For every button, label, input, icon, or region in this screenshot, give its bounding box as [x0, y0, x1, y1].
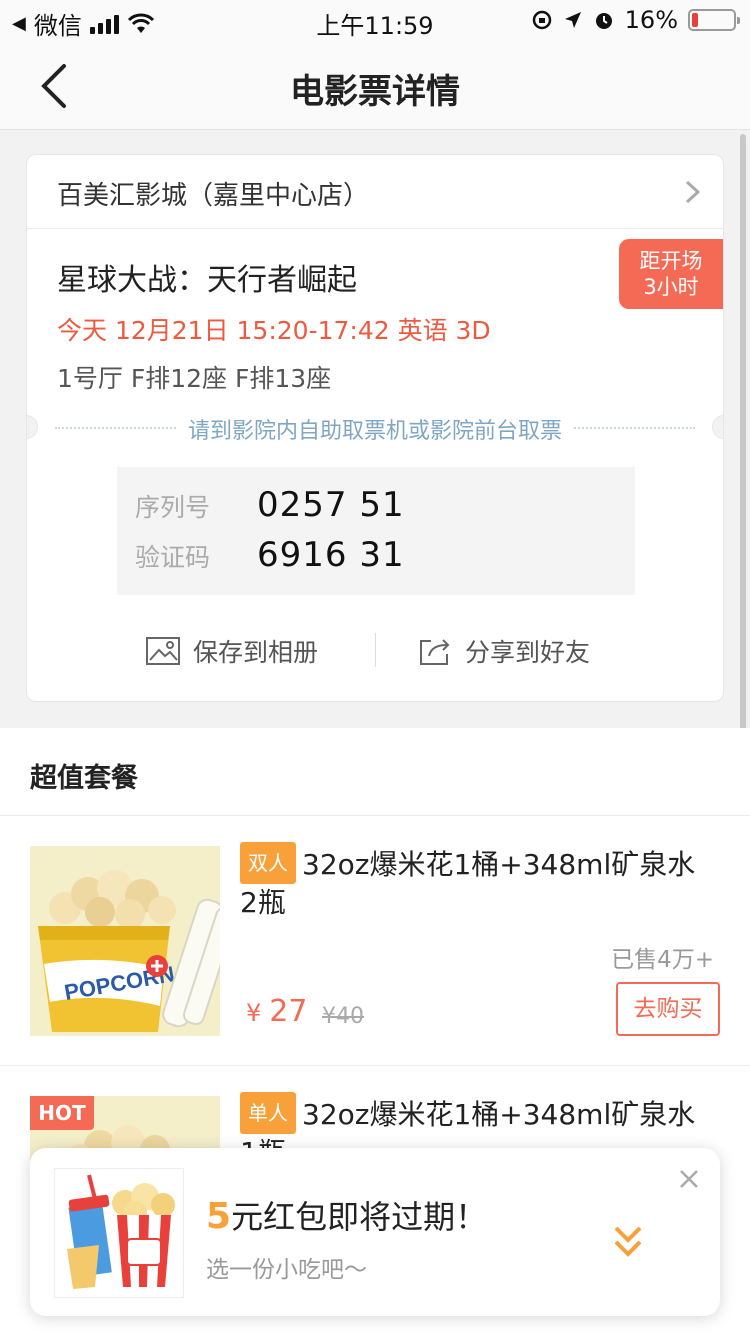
countdown-line1: 距开场 [639, 249, 703, 273]
serial-value: 0257 51 [257, 485, 405, 525]
popup-headline: 5元红包即将过期！ [206, 1192, 487, 1238]
combo-thumbnail[interactable]: POPCORN [30, 846, 220, 1036]
popup-headline-text: 元红包即将过期！ [231, 1198, 488, 1236]
ticket-card: 百美汇影城（嘉里中心店） 距开场 3小时 星球大战：天行者崛起 今天 12月21… [26, 154, 724, 702]
snack-combo-icon [67, 1174, 175, 1289]
image-icon [146, 637, 180, 665]
combo-section-title: 超值套餐 [30, 763, 138, 794]
verify-row: 验证码 6916 31 [135, 535, 405, 575]
save-label: 保存到相册 [193, 638, 319, 667]
close-icon[interactable] [678, 1168, 700, 1190]
verify-label: 验证码 [135, 543, 211, 572]
serial-row: 序列号 0257 51 [135, 485, 405, 525]
ticket-code-box: 序列号 0257 51 验证码 6916 31 [117, 467, 635, 595]
combo-original-price: ¥40 [322, 1004, 364, 1029]
hot-badge: HOT [30, 1096, 94, 1130]
combo-sold-count: 已售4万+ [611, 947, 714, 973]
pickup-tip: 请到影院内自助取票机或影院前台取票 [27, 413, 723, 445]
nav-bar: 电影票详情 [0, 42, 750, 130]
alarm-icon [595, 13, 612, 29]
combo-price-value: 27 [269, 994, 308, 1029]
actions-divider [375, 633, 376, 667]
status-bar: ◀ 微信 上午11:59 16% [0, 0, 750, 42]
cinema-row[interactable]: 百美汇影城（嘉里中心店） [27, 155, 723, 229]
buy-button[interactable]: 去购买 [616, 982, 720, 1036]
combo-name: 双人 32oz爆米花1桶+348ml矿泉水2瓶 [240, 842, 710, 922]
location-arrow-icon [564, 12, 581, 28]
verify-value: 6916 31 [257, 535, 405, 575]
popcorn-bucket-icon: POPCORN [30, 846, 220, 1036]
share-label: 分享到好友 [465, 638, 591, 667]
chevron-right-icon [685, 180, 701, 204]
combo-tag: 单人 [240, 1092, 296, 1134]
cinema-name: 百美汇影城（嘉里中心店） [57, 181, 370, 211]
combo-name-text: 32oz爆米花1桶+348ml矿泉水2瓶 [240, 848, 696, 919]
combo-price: ¥27 [246, 994, 307, 1029]
orientation-lock-icon [532, 10, 551, 30]
pickup-tip-text: 请到影院内自助取票机或影院前台取票 [177, 419, 572, 444]
status-right: 16% [531, 6, 740, 34]
combo-header: 超值套餐 [0, 728, 750, 816]
red-packet-amount: 5 [206, 1196, 232, 1237]
page-title: 电影票详情 [290, 72, 460, 112]
save-to-album-button[interactable]: 保存到相册 [145, 633, 318, 669]
battery-percent: 16% [624, 6, 678, 34]
movie-title: 星球大战：天行者崛起 [57, 263, 357, 298]
showtime: 今天 12月21日 15:20-17:42 英语 3D [57, 316, 491, 345]
red-packet-popup[interactable]: 5元红包即将过期！ 选一份小吃吧～ [30, 1148, 720, 1316]
scroll-indicator[interactable] [740, 134, 746, 768]
ticket-actions: 保存到相册 分享到好友 [27, 625, 723, 675]
countdown-line2: 3小时 [643, 275, 699, 299]
share-icon [420, 639, 450, 665]
share-to-friend-button[interactable]: 分享到好友 [417, 633, 590, 669]
serial-label: 序列号 [135, 493, 211, 522]
currency-symbol: ¥ [246, 999, 262, 1027]
double-chevron-down-icon[interactable] [612, 1222, 644, 1262]
popup-subtitle: 选一份小吃吧～ [206, 1257, 367, 1283]
battery-icon [688, 9, 740, 31]
combo-tag: 双人 [240, 842, 296, 884]
combo-item[interactable]: POPCORN 双人 32oz爆米花1桶+348ml矿泉水2瓶 已售4万+ ¥27… [0, 816, 750, 1066]
snack-image [54, 1168, 184, 1298]
countdown-badge: 距开场 3小时 [619, 239, 723, 309]
seat-info: 1号厅 F排12座 F排13座 [57, 364, 332, 393]
battery-level [692, 13, 698, 27]
